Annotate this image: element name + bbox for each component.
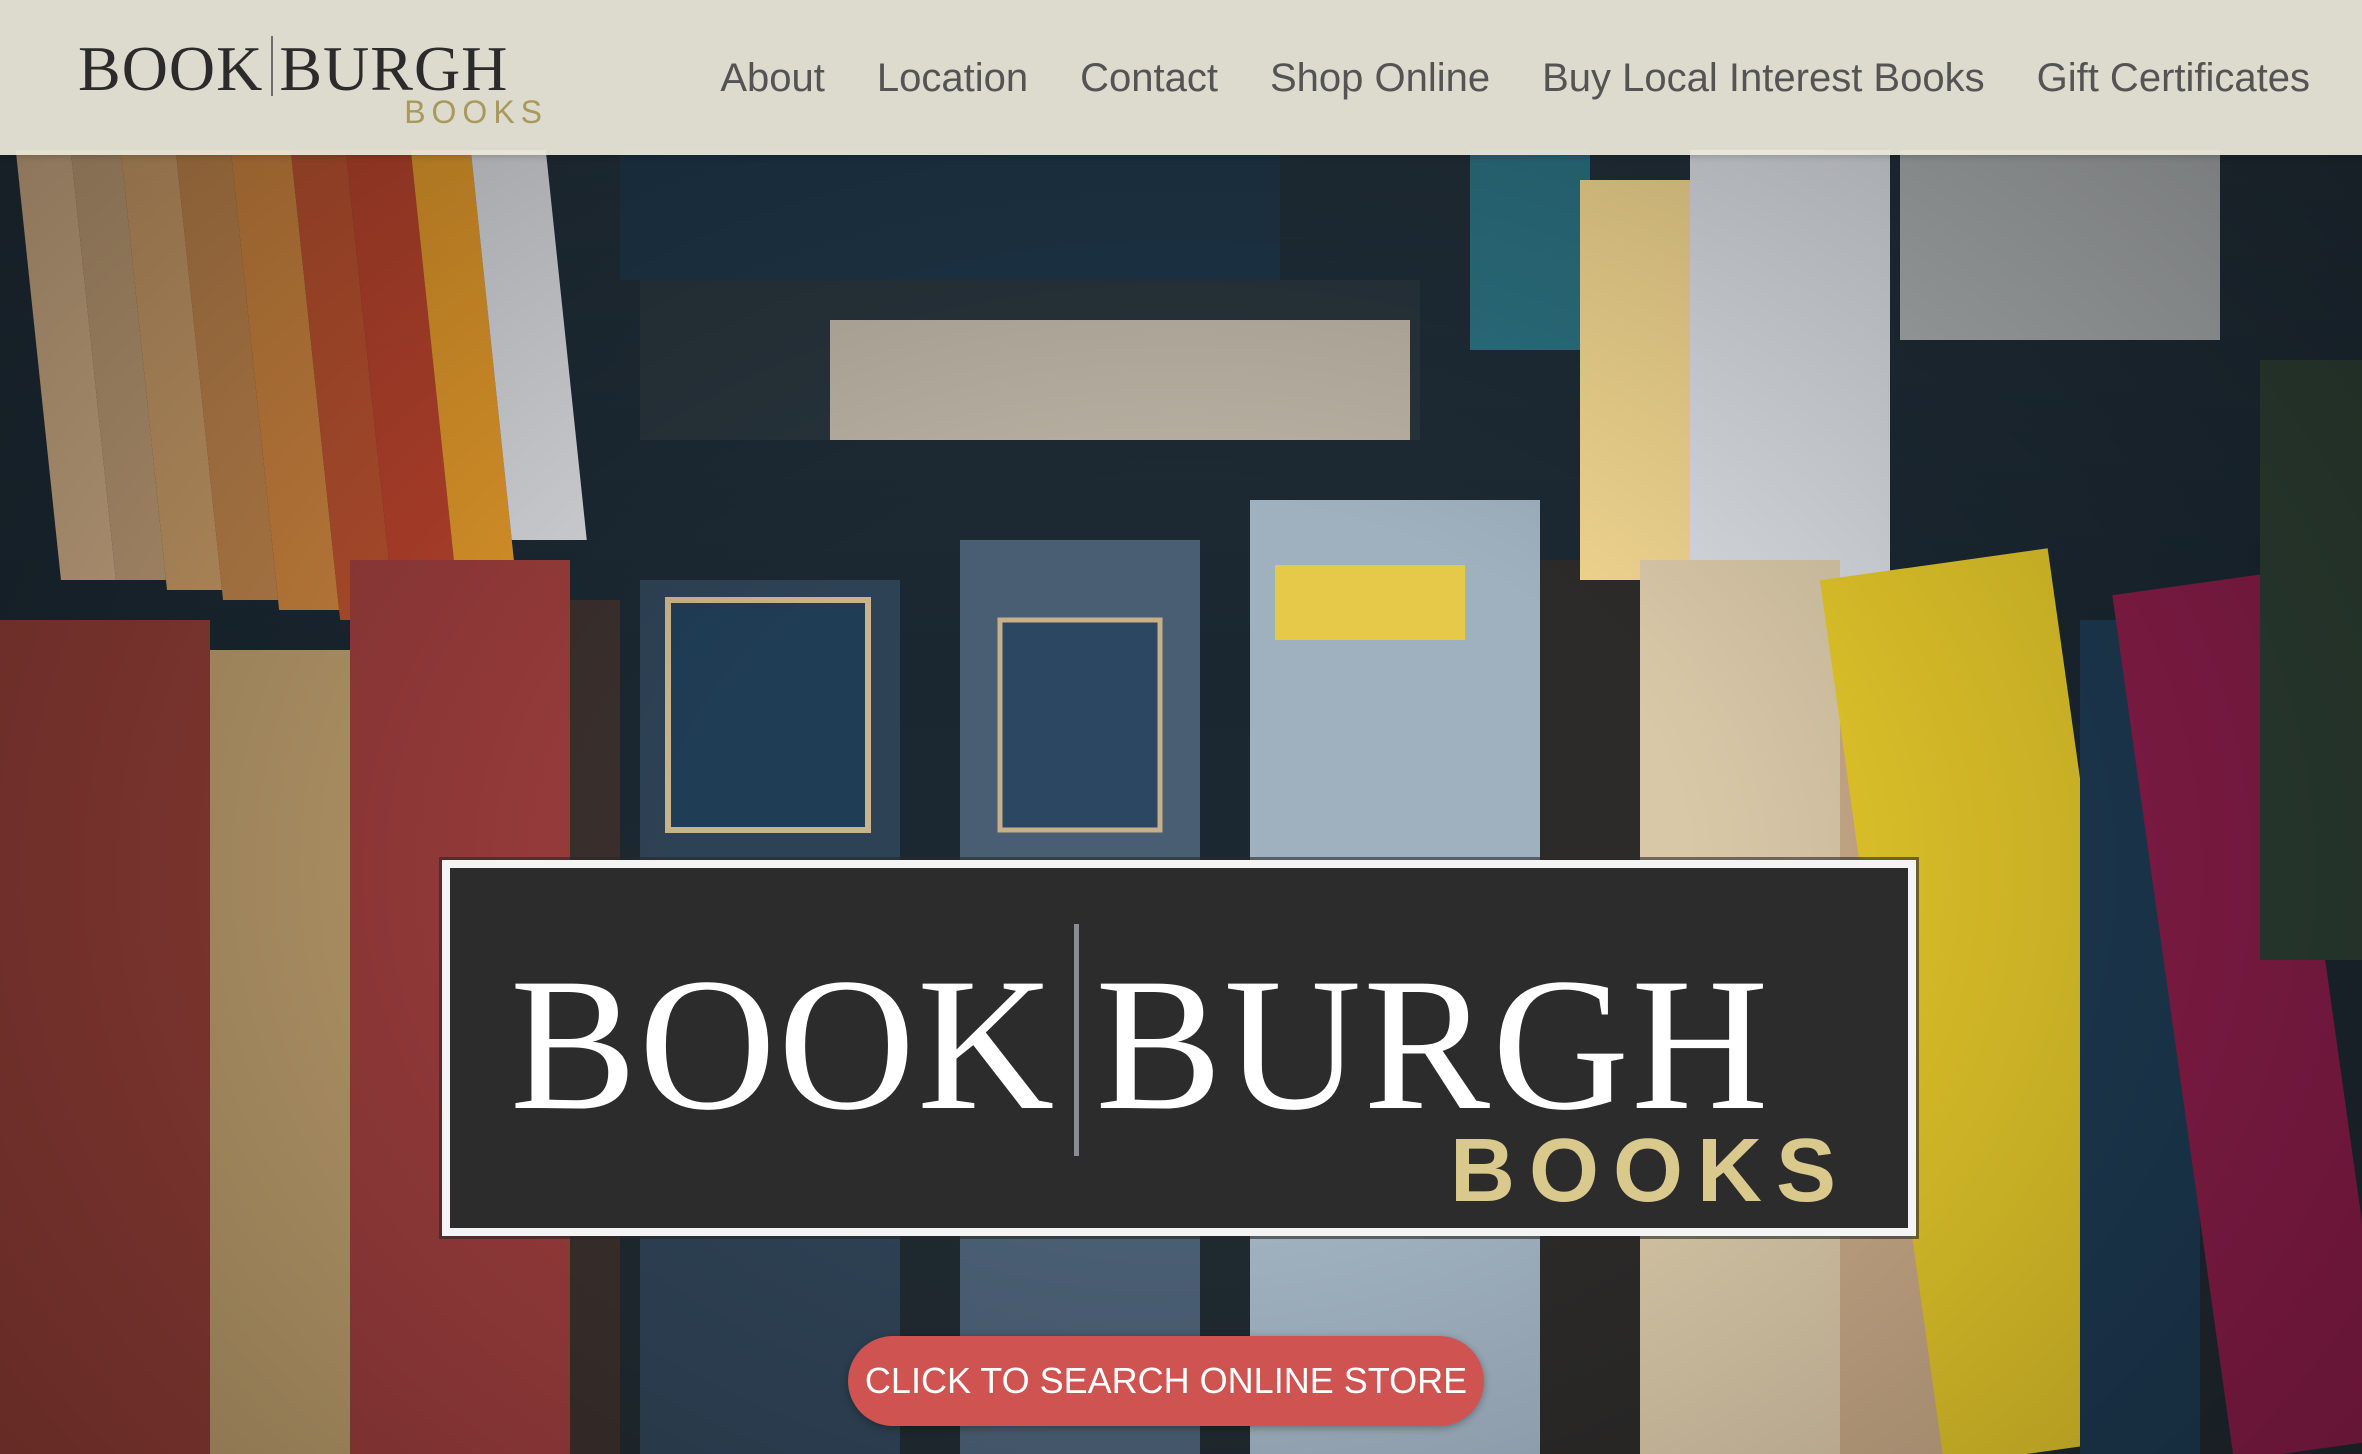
nav-contact[interactable]: Contact <box>1080 56 1218 101</box>
hero-logo-word2: BURGH <box>1095 940 1771 1150</box>
header-logo-subtitle: BOOKS <box>404 94 548 130</box>
nav-location[interactable]: Location <box>877 56 1028 101</box>
nav-about[interactable]: About <box>720 56 825 101</box>
header-logo-wordmark: BOOK BURGH <box>78 36 508 102</box>
nav-shop-online[interactable]: Shop Online <box>1270 56 1490 101</box>
search-online-store-button[interactable]: CLICK TO SEARCH ONLINE STORE <box>848 1336 1484 1426</box>
hero-logo-panel: BOOK BURGH BOOKS <box>450 868 1908 1228</box>
hero-logo-subtitle: BOOKS <box>1449 1121 1850 1221</box>
main-nav: About Location Contact Shop Online Buy L… <box>720 48 2310 108</box>
hero-logo: BOOK BURGH BOOKS <box>442 860 1916 1236</box>
nav-gift-certificates[interactable]: Gift Certificates <box>2037 56 2310 101</box>
nav-buy-local-interest-books[interactable]: Buy Local Interest Books <box>1542 56 1984 101</box>
site-header: BOOK BURGH BOOKS About Location Contact S… <box>0 0 2362 155</box>
hero-logo-divider <box>1074 924 1080 1156</box>
hero-logo-word1: BOOK <box>510 940 1057 1150</box>
header-logo-divider <box>271 36 274 96</box>
header-logo[interactable]: BOOK BURGH BOOKS <box>78 36 548 131</box>
header-logo-word1: BOOK <box>78 33 264 104</box>
